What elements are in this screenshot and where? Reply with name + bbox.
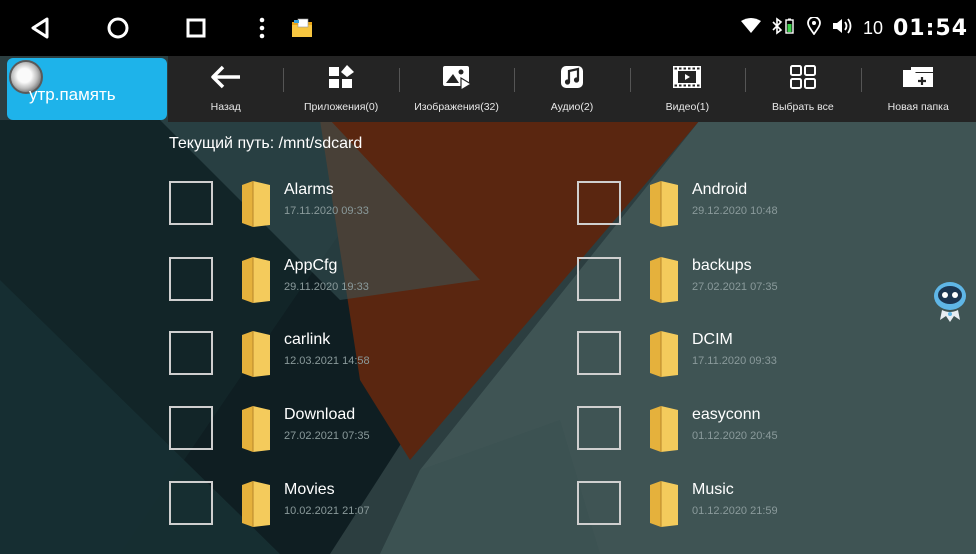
back-button[interactable]: Назад (168, 56, 283, 122)
checkbox[interactable] (169, 481, 213, 525)
folder-icon (242, 406, 270, 452)
list-item[interactable]: DCIM 17.11.2020 09:33 (577, 329, 957, 389)
folder-name: Movies (284, 481, 335, 498)
apps-label: Приложения(0) (304, 101, 379, 113)
list-item[interactable]: Android 29.12.2020 10:48 (577, 179, 957, 239)
select-all-button[interactable]: Выбрать все (745, 56, 860, 122)
checkbox[interactable] (169, 181, 213, 225)
folder-date: 17.11.2020 09:33 (284, 205, 369, 217)
images-label: Изображения(32) (414, 101, 499, 113)
new-folder-label: Новая папка (887, 101, 949, 113)
folder-name: Alarms (284, 181, 334, 198)
list-item[interactable]: Alarms 17.11.2020 09:33 (169, 179, 549, 239)
folder-name: easyconn (692, 406, 761, 423)
list-item[interactable]: AppCfg 29.11.2020 19:33 (169, 255, 549, 315)
wifi-icon (740, 17, 761, 39)
apps-icon (327, 58, 355, 96)
status-bar: 10 01:54 (0, 0, 976, 56)
back-arrow-icon (209, 58, 243, 96)
list-item[interactable]: backups 27.02.2021 07:35 (577, 255, 957, 315)
checkbox[interactable] (577, 331, 621, 375)
checkbox[interactable] (577, 406, 621, 450)
checkbox[interactable] (577, 257, 621, 301)
folder-name: carlink (284, 331, 331, 348)
folder-icon (242, 331, 270, 377)
file-manager-app-icon (284, 10, 320, 46)
checkbox[interactable] (169, 331, 213, 375)
current-path: Текущий путь: /mnt/sdcard (169, 135, 363, 152)
new-folder-button[interactable]: Новая папка (860, 56, 976, 122)
checkbox[interactable] (577, 481, 621, 525)
images-filter-button[interactable]: Изображения(32) (398, 56, 514, 122)
folder-name: DCIM (692, 331, 733, 348)
folder-name: Android (692, 181, 748, 198)
checkbox[interactable] (577, 181, 621, 225)
storage-label: утр.память (29, 85, 116, 104)
folder-date: 01.12.2020 21:59 (692, 505, 778, 517)
folder-icon (650, 406, 678, 452)
checkbox[interactable] (169, 406, 213, 450)
location-icon (807, 15, 821, 40)
new-folder-icon (901, 58, 935, 96)
folder-date: 29.11.2020 19:33 (284, 281, 369, 293)
folder-date: 29.12.2020 10:48 (692, 205, 778, 217)
folder-date: 27.02.2021 07:35 (284, 430, 370, 442)
list-item[interactable]: Download 27.02.2021 07:35 (169, 404, 549, 464)
select-all-label: Выбрать все (771, 101, 834, 113)
bluetooth-battery-icon (771, 16, 797, 40)
volume-level: 10 (862, 17, 883, 38)
folder-icon (242, 181, 270, 227)
folder-name: Music (692, 481, 734, 498)
music-note-icon (559, 58, 585, 96)
nav-recents-icon[interactable] (178, 10, 214, 46)
folder-icon (650, 181, 678, 227)
list-item[interactable]: carlink 12.03.2021 14:58 (169, 329, 549, 389)
folder-icon (650, 331, 678, 377)
folder-date: 10.02.2021 21:07 (284, 505, 370, 517)
back-label: Назад (210, 101, 241, 113)
folder-date: 12.03.2021 14:58 (284, 355, 370, 367)
folder-date: 01.12.2020 20:45 (692, 430, 778, 442)
nav-home-icon[interactable] (100, 10, 136, 46)
clock: 01:54 (892, 15, 968, 41)
folder-icon (242, 481, 270, 527)
audio-filter-button[interactable]: Аудио(2) (514, 56, 629, 122)
folder-date: 17.11.2020 09:33 (692, 355, 777, 367)
folder-date: 27.02.2021 07:35 (692, 281, 778, 293)
folder-icon (650, 481, 678, 527)
toolbar: Назад Приложения(0) Изображения(32) Ауди… (168, 56, 976, 122)
volume-icon (831, 17, 853, 40)
folder-icon (242, 257, 270, 303)
internal-storage-tab[interactable]: утр.память (7, 58, 167, 120)
nav-back-icon[interactable] (22, 10, 58, 46)
checkbox[interactable] (169, 257, 213, 301)
list-item[interactable]: Movies 10.02.2021 21:07 (169, 479, 549, 539)
folder-name: backups (692, 257, 752, 274)
more-menu-icon[interactable] (244, 10, 280, 46)
folder-name: Download (284, 406, 356, 423)
apps-filter-button[interactable]: Приложения(0) (283, 56, 398, 122)
folder-name: AppCfg (284, 257, 338, 274)
video-icon (671, 58, 703, 96)
select-all-icon (789, 58, 817, 96)
assistant-robot-icon[interactable] (930, 278, 970, 328)
list-item[interactable]: easyconn 01.12.2020 20:45 (577, 404, 957, 464)
folder-icon (650, 257, 678, 303)
audio-label: Аудио(2) (550, 101, 594, 113)
images-icon (441, 58, 473, 96)
video-filter-button[interactable]: Видео(1) (629, 56, 745, 122)
list-item[interactable]: Music 01.12.2020 21:59 (577, 479, 957, 539)
video-label: Видео(1) (665, 101, 710, 113)
